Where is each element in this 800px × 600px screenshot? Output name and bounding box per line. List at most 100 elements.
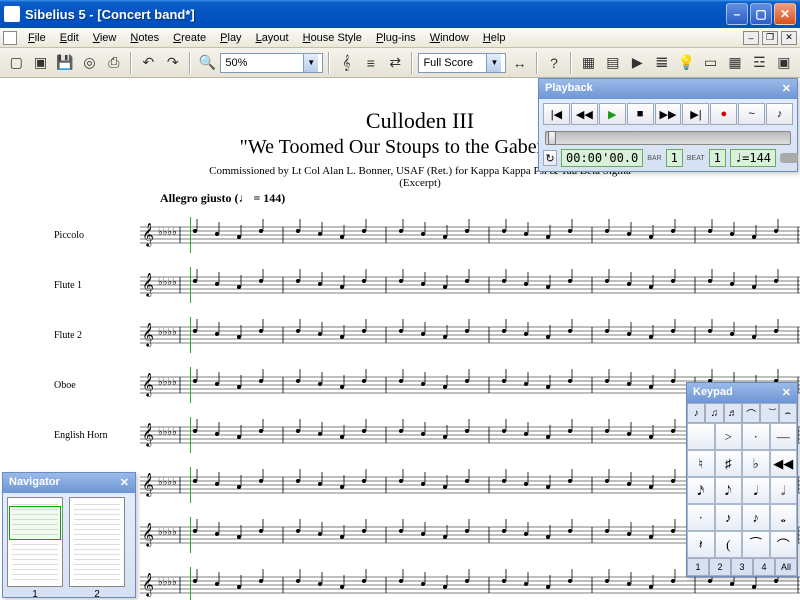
zoom-select[interactable]: 50%▼: [220, 53, 323, 73]
record-button[interactable]: ●: [710, 103, 737, 125]
hide-tool-windows[interactable]: ▣: [773, 51, 795, 75]
focus-button[interactable]: ≡: [360, 51, 382, 75]
close-icon[interactable]: ✕: [782, 386, 791, 400]
click-track-button[interactable]: ♪: [766, 103, 793, 125]
playback-panel[interactable]: Playback ✕ |◀ ◀◀ ▶ ■ ▶▶ ▶| ● ~ ♪ ↻ 00:00…: [538, 78, 798, 172]
staff-row[interactable]: Flute 2𝄞♭♭♭♭: [40, 310, 800, 360]
menu-plugins[interactable]: Plug-ins: [369, 30, 423, 46]
keypad-key-13[interactable]: ♪: [715, 504, 743, 531]
close-button[interactable]: ✕: [774, 3, 796, 25]
staff[interactable]: 𝄞♭♭♭♭: [140, 217, 800, 253]
undo-button[interactable]: ↶: [137, 51, 159, 75]
live-playback-button[interactable]: ~: [738, 103, 765, 125]
staff-row[interactable]: Flute 1𝄞♭♭♭♭: [40, 260, 800, 310]
keypad-voice-all[interactable]: All: [775, 558, 797, 576]
keypad-key-19[interactable]: ⌒: [770, 531, 798, 558]
keypad-tab-5[interactable]: ͝: [760, 403, 778, 423]
keypad-toggle[interactable]: ▤: [602, 51, 624, 75]
keypad-key-16[interactable]: 𝄽: [687, 531, 715, 558]
part-select[interactable]: Full Score▼: [418, 53, 506, 73]
keypad-tab-4[interactable]: ⌒: [742, 403, 760, 423]
move-to-start-button[interactable]: |◀: [543, 103, 570, 125]
menu-create[interactable]: Create: [166, 30, 213, 46]
keypad-key-11[interactable]: 𝅗𝅥: [770, 477, 798, 504]
play-button[interactable]: ▶: [599, 103, 626, 125]
staff-row[interactable]: Piccolo𝄞♭♭♭♭: [40, 210, 800, 260]
open-button[interactable]: ▣: [29, 51, 51, 75]
navigator-titlebar[interactable]: Navigator ✕: [3, 473, 135, 493]
keypad-panel[interactable]: Keypad ✕ ♪ ♫ ♬ ⌒ ͝ ⌢ >·—♮♯♭◀◀𝅘𝅥𝅯𝅘𝅥𝅮𝅘𝅥𝅗𝅥·…: [686, 382, 798, 577]
keypad-tab-3[interactable]: ♬: [724, 403, 742, 423]
menu-window[interactable]: Window: [423, 30, 476, 46]
keypad-tab-1[interactable]: ♪: [687, 403, 705, 423]
keypad-key-15[interactable]: 𝅝: [770, 504, 798, 531]
keypad-tab-6[interactable]: ⌢: [779, 403, 797, 423]
keypad-key-0[interactable]: [687, 423, 715, 450]
tempo-slider[interactable]: [780, 153, 798, 163]
keypad-key-6[interactable]: ♭: [742, 450, 770, 477]
menu-view[interactable]: View: [86, 30, 124, 46]
keypad-key-1[interactable]: >: [715, 423, 743, 450]
maximize-button[interactable]: ▢: [750, 3, 772, 25]
staff[interactable]: 𝄞♭♭♭♭: [140, 267, 800, 303]
redo-button[interactable]: ↷: [162, 51, 184, 75]
mdi-close[interactable]: ✕: [781, 31, 797, 45]
stop-button[interactable]: ■: [627, 103, 654, 125]
menu-layout[interactable]: Layout: [249, 30, 296, 46]
keypad-tab-2[interactable]: ♫: [705, 403, 723, 423]
keypad-voice-1[interactable]: 1: [687, 558, 709, 576]
navigator-page-2[interactable]: 2: [69, 497, 125, 587]
navigator-viewport[interactable]: [9, 506, 61, 540]
save-button[interactable]: 💾: [54, 51, 76, 75]
mdi-minimize[interactable]: –: [743, 31, 759, 45]
video-toggle[interactable]: ▦: [724, 51, 746, 75]
close-icon[interactable]: ✕: [120, 476, 129, 490]
keypad-key-7[interactable]: ◀◀: [770, 450, 798, 477]
keypad-key-14[interactable]: ♪: [742, 504, 770, 531]
transpose-button[interactable]: 𝄞: [335, 51, 357, 75]
keypad-key-9[interactable]: 𝅘𝅥𝅮: [715, 477, 743, 504]
export-audio-button[interactable]: ◎: [78, 51, 100, 75]
fast-forward-button[interactable]: ▶▶: [655, 103, 682, 125]
keypad-key-8[interactable]: 𝅘𝅥𝅯: [687, 477, 715, 504]
panorama-button[interactable]: ⇄: [384, 51, 406, 75]
mixer-toggle[interactable]: 𝌆: [651, 51, 673, 75]
new-button[interactable]: ▢: [5, 51, 27, 75]
playback-titlebar[interactable]: Playback ✕: [539, 79, 797, 99]
playback-toggle[interactable]: ▶: [626, 51, 648, 75]
move-to-end-button[interactable]: ▶|: [682, 103, 709, 125]
help-button[interactable]: ?: [543, 51, 565, 75]
print-button[interactable]: ⎙: [103, 51, 125, 75]
ideas-toggle[interactable]: 💡: [675, 51, 697, 75]
keypad-key-4[interactable]: ♮: [687, 450, 715, 477]
keypad-key-17[interactable]: (: [715, 531, 743, 558]
keypad-key-3[interactable]: —: [770, 423, 798, 450]
keypad-key-10[interactable]: 𝅘𝅥: [742, 477, 770, 504]
navigator-page-1[interactable]: 1: [7, 497, 63, 587]
menu-help[interactable]: Help: [476, 30, 513, 46]
keypad-key-2[interactable]: ·: [742, 423, 770, 450]
keypad-voice-4[interactable]: 4: [753, 558, 775, 576]
slider-thumb[interactable]: [548, 131, 556, 145]
replay-button[interactable]: ↻: [543, 150, 557, 166]
switch-part-button[interactable]: ↔: [508, 51, 530, 75]
keypad-voice-3[interactable]: 3: [731, 558, 753, 576]
mdi-restore[interactable]: ❐: [762, 31, 778, 45]
keypad-key-12[interactable]: ·: [687, 504, 715, 531]
menu-file[interactable]: File: [21, 30, 53, 46]
menu-notes[interactable]: Notes: [123, 30, 166, 46]
keypad-titlebar[interactable]: Keypad ✕: [687, 383, 797, 403]
menu-edit[interactable]: Edit: [53, 30, 86, 46]
keypad-key-5[interactable]: ♯: [715, 450, 743, 477]
navigator-toggle[interactable]: ▦: [577, 51, 599, 75]
staff[interactable]: 𝄞♭♭♭♭: [140, 317, 800, 353]
navigator-panel[interactable]: Navigator ✕ 1 2: [2, 472, 136, 598]
timeline-slider[interactable]: [545, 131, 791, 145]
zoom-tool[interactable]: 🔍: [196, 51, 218, 75]
parts-toggle[interactable]: ▭: [699, 51, 721, 75]
close-icon[interactable]: ✕: [782, 82, 791, 96]
menu-play[interactable]: Play: [213, 30, 248, 46]
properties-toggle[interactable]: ☲: [748, 51, 770, 75]
menu-house-style[interactable]: House Style: [296, 30, 369, 46]
keypad-key-18[interactable]: ⁀: [742, 531, 770, 558]
